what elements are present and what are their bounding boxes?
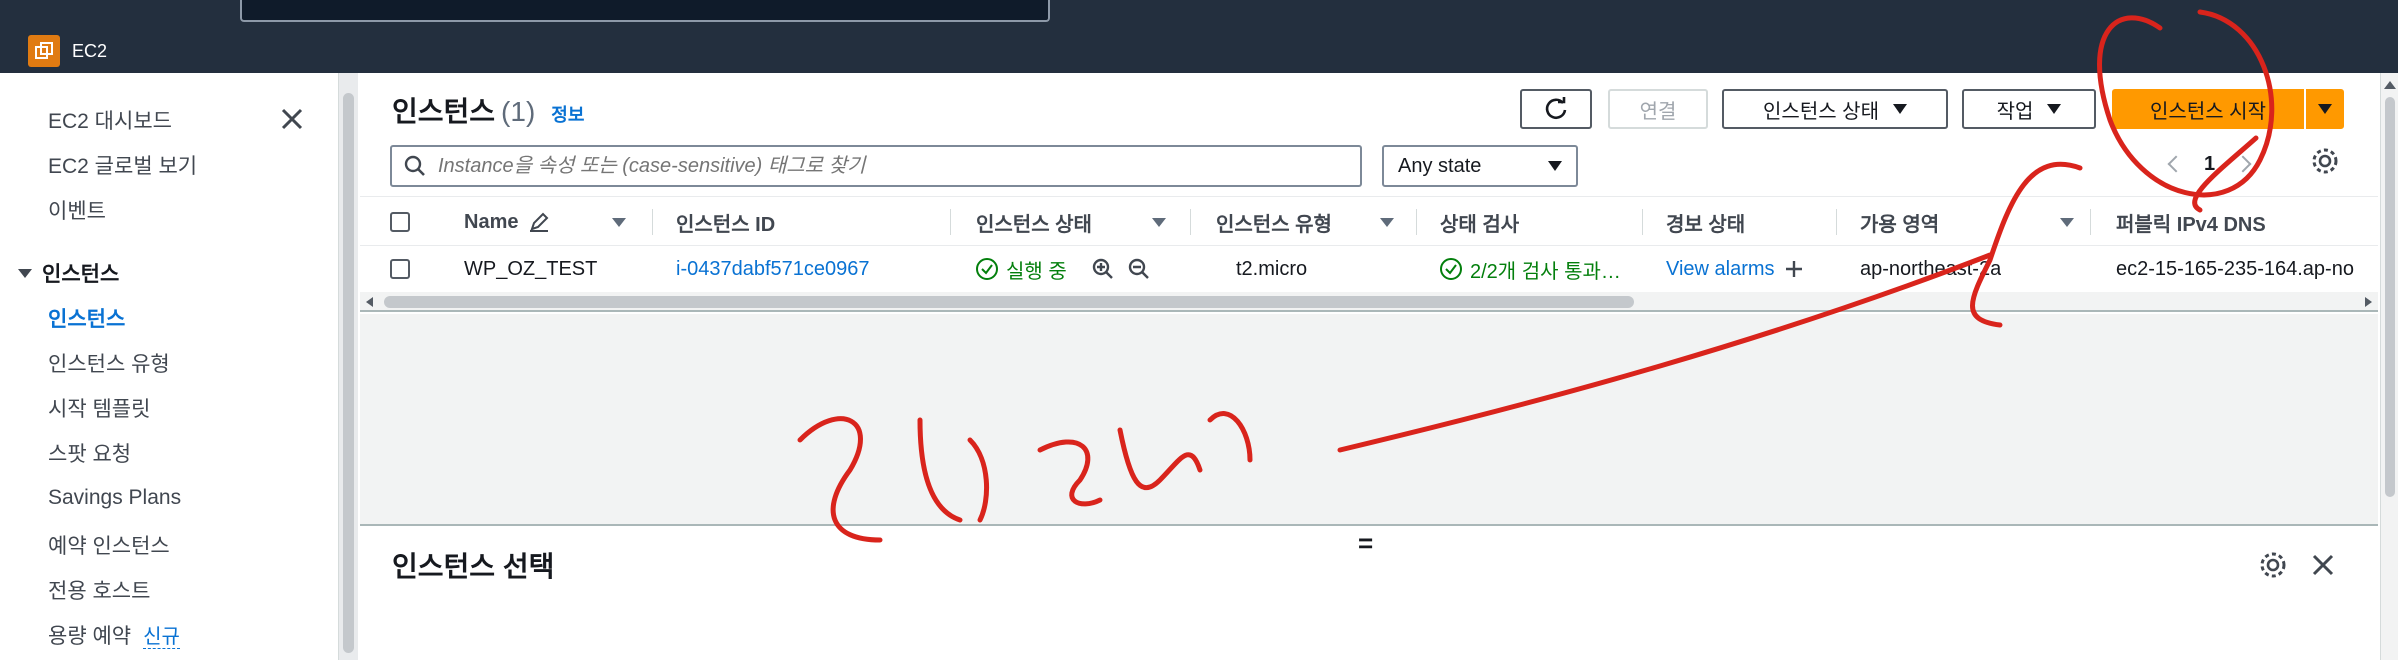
top-nav-bar	[0, 0, 2398, 73]
caret-down-icon	[18, 268, 32, 278]
sidebar-scrollbar[interactable]	[338, 73, 358, 660]
page-title-text: 인스턴스	[392, 96, 496, 127]
caret-down-icon	[1892, 104, 1907, 114]
sidebar-item-capacity-reservations[interactable]: 용량 예약 신규	[48, 620, 180, 650]
check-circle-icon	[976, 258, 998, 280]
column-header-name[interactable]: Name	[464, 197, 550, 247]
page-scrollbar[interactable]	[2380, 73, 2398, 660]
column-header-instance-id[interactable]: 인스턴스 ID	[676, 197, 775, 247]
global-search-box[interactable]	[240, 0, 1050, 22]
check-circle-icon	[1440, 258, 1462, 280]
next-page-icon[interactable]	[2234, 155, 2252, 173]
refresh-button[interactable]	[1520, 89, 1592, 129]
drag-handle-icon[interactable]: =	[1358, 528, 1373, 559]
sidebar-item-dedicated-hosts[interactable]: 전용 호스트	[48, 575, 150, 605]
sidebar-section-instances[interactable]: 인스턴스	[18, 258, 119, 288]
caret-down-icon	[1548, 161, 1562, 171]
instance-count: (1)	[501, 96, 536, 127]
row-checkbox[interactable]	[390, 246, 410, 292]
status-check-text: 2/2개 검사 통과…	[1470, 260, 1621, 283]
actions-button[interactable]: 작업	[1962, 89, 2096, 129]
table-empty-area	[360, 314, 2378, 524]
instance-state-label: 인스턴스 상태	[1763, 100, 1879, 123]
cell-name: WP_OZ_TEST	[464, 257, 598, 280]
sort-icon[interactable]	[1152, 197, 1166, 247]
sidebar-section-label: 인스턴스	[42, 263, 120, 286]
instance-search[interactable]	[390, 145, 1362, 187]
sidebar-item-events[interactable]: 이벤트	[48, 195, 106, 225]
search-icon	[404, 155, 425, 176]
column-header-alarm-status[interactable]: 경보 상태	[1666, 197, 1745, 247]
sidebar-item-savings-plans[interactable]: Savings Plans	[48, 486, 181, 510]
current-page[interactable]: 1	[2204, 153, 2215, 176]
state-text: 실행 중	[1006, 260, 1067, 283]
select-all-checkbox[interactable]	[390, 197, 410, 247]
caret-down-icon	[2047, 104, 2062, 114]
table-row[interactable]: WP_OZ_TEST i-0437dabf571ce0967 실행 중 t2.m…	[360, 246, 2378, 292]
cell-alarm-status: View alarms	[1666, 246, 1805, 292]
previous-page-icon[interactable]	[2167, 155, 2185, 173]
new-badge: 신규	[143, 626, 180, 649]
column-header-public-dns[interactable]: 퍼블릭 IPv4 DNS	[2116, 197, 2266, 247]
settings-icon[interactable]	[2258, 550, 2288, 580]
ec2-service-icon	[28, 35, 60, 67]
sidebar-item-reserved-instances[interactable]: 예약 인스턴스	[48, 530, 170, 560]
launch-instances-button[interactable]: 인스턴스 시작	[2112, 89, 2304, 129]
column-header-instance-type[interactable]: 인스턴스 유형	[1216, 197, 1332, 247]
split-panel-title: 인스턴스 선택	[392, 551, 555, 582]
cell-availability-zone: ap-northeast-2a	[1860, 257, 2002, 280]
cell-instance-state: 실행 중	[976, 246, 1151, 292]
sort-icon[interactable]	[612, 197, 626, 247]
sidebar-item-spot-requests[interactable]: 스팟 요청	[48, 438, 131, 468]
close-icon[interactable]	[278, 105, 306, 133]
settings-icon[interactable]	[2310, 146, 2340, 176]
zoom-out-icon[interactable]	[1127, 257, 1151, 281]
launch-instances-dropdown[interactable]	[2306, 89, 2344, 129]
plus-icon[interactable]	[1783, 258, 1805, 280]
cell-status-check: 2/2개 검사 통과…	[1440, 246, 1630, 292]
zoom-in-icon[interactable]	[1091, 257, 1115, 281]
cell-public-dns: ec2-15-165-235-164.ap-no	[2116, 257, 2354, 280]
column-header-instance-state[interactable]: 인스턴스 상태	[976, 197, 1092, 247]
page-title: 인스턴스 (1) 정보	[392, 90, 584, 130]
instance-state-button[interactable]: 인스턴스 상태	[1722, 89, 1948, 129]
view-alarms-link[interactable]: View alarms	[1666, 258, 1775, 281]
sort-icon[interactable]	[2060, 197, 2074, 247]
caret-down-icon	[2318, 104, 2332, 114]
pagination: 1	[2167, 146, 2252, 182]
state-filter-select[interactable]: Any state	[1382, 145, 1578, 187]
edit-icon	[530, 212, 549, 232]
service-name: EC2	[72, 40, 108, 61]
table-horizontal-scrollbar[interactable]	[360, 292, 2378, 312]
connect-button[interactable]: 연결	[1608, 89, 1708, 129]
cell-instance-id[interactable]: i-0437dabf571ce0967	[676, 246, 870, 292]
sort-icon[interactable]	[1380, 197, 1394, 247]
sidebar-item-ec2-global-view[interactable]: EC2 글로벌 보기	[48, 150, 197, 180]
table-header: Name 인스턴스 ID 인스턴스 상태 인스턴스 유형 상태 검사 경보 상태…	[360, 196, 2378, 246]
state-filter-value: Any state	[1398, 154, 1482, 177]
close-icon[interactable]	[2310, 552, 2336, 578]
search-input[interactable]	[438, 154, 1338, 178]
service-breadcrumb[interactable]: EC2	[28, 35, 107, 67]
actions-label: 작업	[1996, 100, 2034, 123]
sidebar-item-instances[interactable]: 인스턴스	[48, 303, 125, 333]
sidebar-item-instance-types[interactable]: 인스턴스 유형	[48, 348, 170, 378]
sidebar-item-label: 용량 예약	[48, 625, 132, 648]
column-header-status-check[interactable]: 상태 검사	[1440, 197, 1519, 247]
column-header-availability-zone[interactable]: 가용 영역	[1860, 197, 1939, 247]
info-link[interactable]: 정보	[551, 101, 584, 127]
sidebar-item-launch-templates[interactable]: 시작 템플릿	[48, 393, 150, 423]
column-label: Name	[464, 210, 519, 233]
cell-instance-type: t2.micro	[1236, 257, 1308, 280]
sidebar-item-ec2-dashboard[interactable]: EC2 대시보드	[48, 105, 172, 135]
refresh-icon	[1545, 97, 1567, 120]
